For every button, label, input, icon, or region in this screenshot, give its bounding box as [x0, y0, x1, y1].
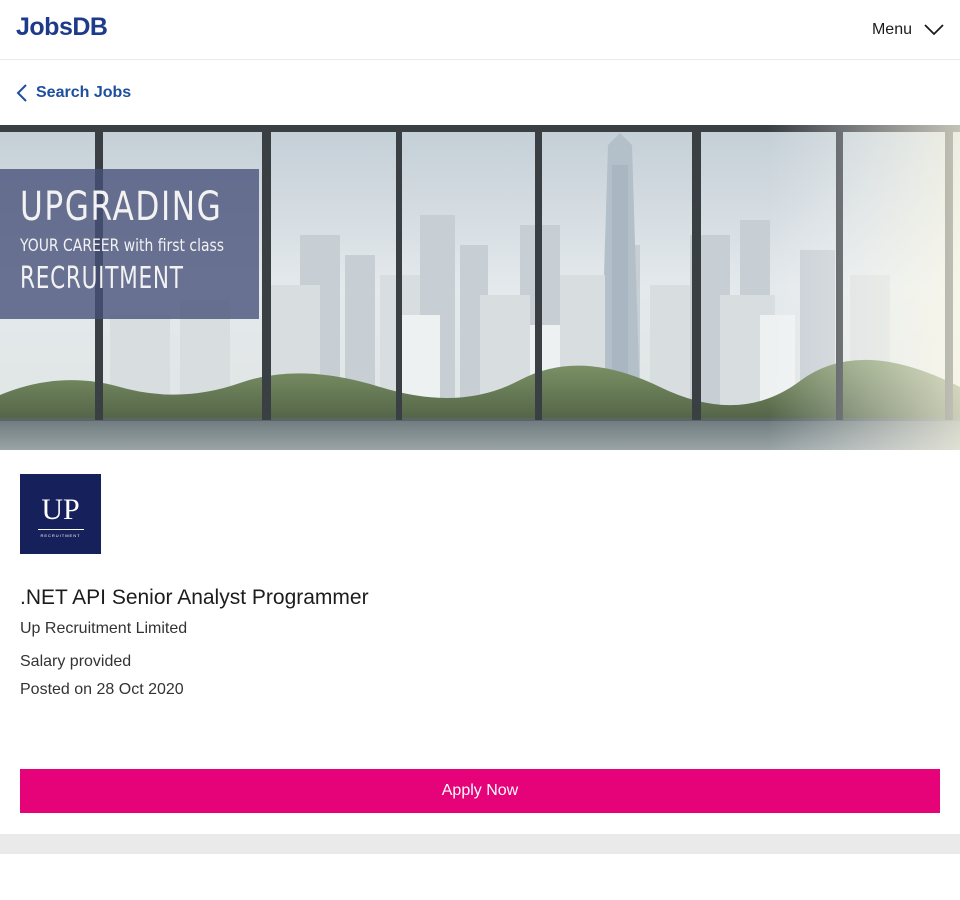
menu-button[interactable]: Menu [872, 21, 944, 39]
chevron-down-icon [924, 23, 944, 36]
job-title: .NET API Senior Analyst Programmer [20, 586, 369, 609]
banner-tagline: RECRUITMENT [20, 261, 184, 296]
jobsdb-logo[interactable]: JobsDB [16, 13, 108, 42]
posted-date: Posted on 28 Oct 2020 [20, 681, 184, 698]
company-logo-mark: UP [41, 492, 80, 526]
job-summary: UP RECRUITMENT .NET API Senior Analyst P… [0, 450, 960, 700]
top-header: JobsDB Menu [0, 0, 960, 60]
banner-subline: YOUR CAREER with first class [20, 236, 225, 256]
back-to-search-link[interactable]: Search Jobs [16, 84, 131, 102]
company-name[interactable]: Up Recruitment Limited [20, 619, 940, 639]
company-logo[interactable]: UP RECRUITMENT [20, 474, 101, 554]
menu-label: Menu [871, 20, 912, 38]
back-nav-bar: Search Jobs [0, 60, 960, 125]
company-logo-rule [37, 528, 84, 530]
salary-info: Salary provided [20, 653, 132, 670]
banner-slogan-card: UPGRADING YOUR CAREER with first class R… [0, 169, 259, 319]
apply-now-button[interactable]: Apply Now [20, 769, 940, 813]
chevron-left-icon [16, 83, 28, 102]
banner-headline: UPGRADING [20, 184, 223, 230]
section-divider [0, 834, 960, 854]
company-banner-image: UPGRADING YOUR CAREER with first class R… [0, 125, 960, 450]
company-logo-subtext: RECRUITMENT [40, 532, 81, 538]
back-link-label: Search Jobs [36, 83, 132, 101]
